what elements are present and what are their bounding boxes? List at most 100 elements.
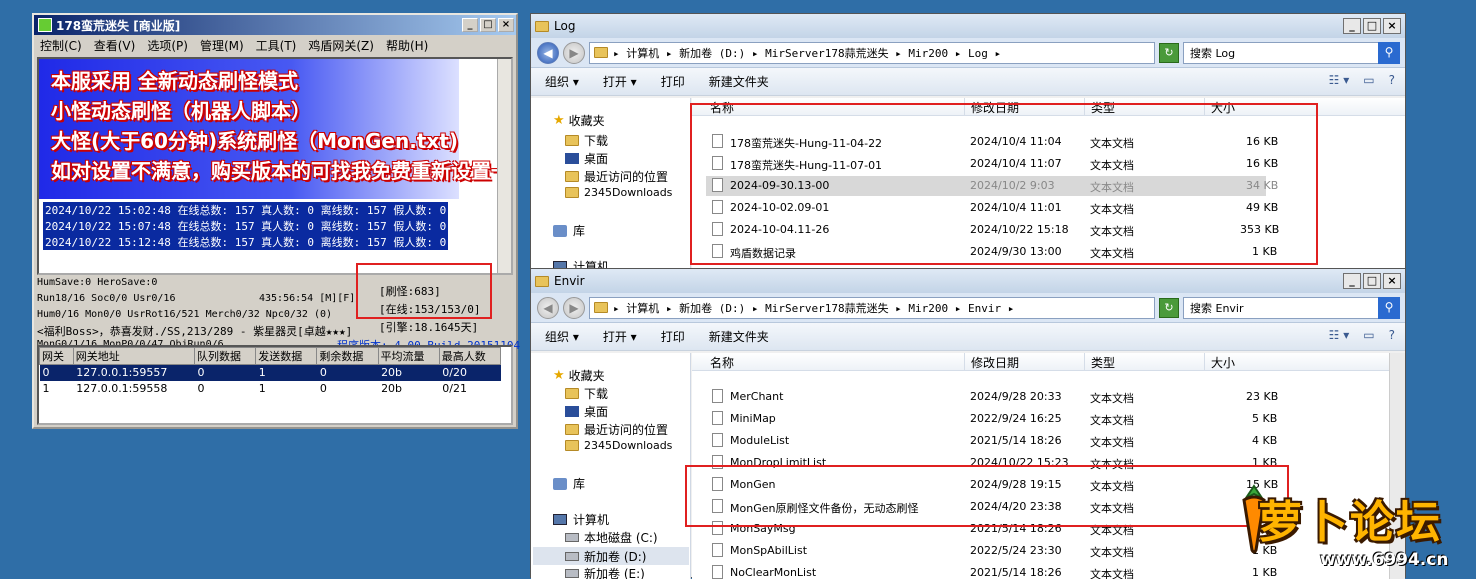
col-remaining[interactable]: 剩余数据: [316, 347, 379, 365]
nav-computer[interactable]: 计算机: [553, 511, 609, 528]
menu-help[interactable]: 帮助(H): [386, 37, 428, 54]
maximize-button[interactable]: □: [1363, 273, 1381, 289]
col-max-users[interactable]: 最高人数: [438, 347, 502, 365]
nav-drive-d[interactable]: 新加卷 (D:): [533, 547, 689, 565]
file-name: NoClearMonList: [730, 566, 817, 579]
file-row[interactable]: MiniMap 2022/9/24 16:25 文本文档 5 KB: [706, 409, 1277, 429]
nav-recent[interactable]: 最近访问的位置: [565, 421, 668, 438]
file-type: 文本文档: [1090, 392, 1134, 405]
menu-control[interactable]: 控制(C): [40, 37, 82, 54]
nav-libraries[interactable]: 库: [553, 222, 585, 239]
menu-tools[interactable]: 工具(T): [256, 37, 297, 54]
back-arrow-icon[interactable]: ◀: [537, 296, 559, 319]
minimize-button[interactable]: _: [462, 18, 478, 32]
help-icon[interactable]: ?: [1389, 328, 1395, 342]
folder-icon: [565, 187, 579, 198]
preview-pane-icon[interactable]: ▭: [1363, 73, 1374, 87]
file-date: 2024/9/28 20:33: [970, 390, 1062, 403]
nav-desktop[interactable]: 桌面: [565, 403, 608, 420]
forward-arrow-icon[interactable]: ▶: [563, 296, 585, 319]
back-arrow-icon[interactable]: ◀: [537, 41, 559, 64]
help-icon[interactable]: ?: [1389, 73, 1395, 87]
log-address-bar[interactable]: ▸ 计算机 ▸ 新加卷 (D:) ▸ MirServer178蒜荒迷失 ▸ Mi…: [589, 41, 1155, 64]
col-type[interactable]: 类型: [1091, 354, 1115, 371]
table-row[interactable]: 1 127.0.0.1:59558 0 1 0 20b 0/21: [40, 381, 501, 397]
minimize-button[interactable]: _: [1343, 273, 1361, 289]
nav-2345downloads[interactable]: 2345Downloads: [565, 186, 672, 199]
desktop-icon: [565, 406, 579, 417]
envir-search-input[interactable]: 搜索 Envir ⚲: [1183, 296, 1400, 319]
file-name: MonSpAbilList: [730, 544, 808, 557]
server-log-box[interactable]: 本服采用 全新动态刷怪模式 小怪动态刷怪（机器人脚本） 大怪(大于60分钟)系统…: [37, 57, 513, 275]
nav-downloads[interactable]: 下载: [565, 132, 608, 149]
col-queue[interactable]: 队列数据: [194, 347, 257, 365]
maximize-button[interactable]: □: [1363, 18, 1381, 34]
nav-computer[interactable]: 计算机: [553, 258, 609, 268]
close-button[interactable]: ×: [498, 18, 514, 32]
menu-options[interactable]: 选项(P): [147, 37, 188, 54]
nav-recent[interactable]: 最近访问的位置: [565, 168, 668, 185]
col-date[interactable]: 修改日期: [971, 354, 1019, 371]
print-button[interactable]: 打印: [661, 73, 685, 90]
nav-downloads[interactable]: 下载: [565, 385, 608, 402]
col-gateway[interactable]: 网关: [39, 347, 74, 365]
drive-icon: [565, 569, 579, 578]
new-folder-button[interactable]: 新建文件夹: [709, 328, 769, 345]
open-button[interactable]: 打开 ▾: [603, 328, 637, 345]
menu-gateway[interactable]: 鸡盾网关(Z): [308, 37, 374, 54]
nav-2345downloads[interactable]: 2345Downloads: [565, 439, 672, 452]
refresh-icon[interactable]: ↻: [1159, 42, 1179, 63]
col-name[interactable]: 名称: [710, 354, 734, 371]
minimize-button[interactable]: _: [1343, 18, 1361, 34]
view-icon[interactable]: ☷ ▾: [1329, 73, 1350, 87]
preview-pane-icon[interactable]: ▭: [1363, 328, 1374, 342]
new-folder-button[interactable]: 新建文件夹: [709, 73, 769, 90]
folder-icon: [565, 440, 579, 451]
envir-address-bar[interactable]: ▸ 计算机 ▸ 新加卷 (D:) ▸ MirServer178蒜荒迷失 ▸ Mi…: [589, 296, 1155, 319]
nav-drive-e[interactable]: 新加卷 (E:): [565, 565, 645, 579]
open-button[interactable]: 打开 ▾: [603, 73, 637, 90]
promo-line-3: 大怪(大于60分钟)系统刷怪（MonGen.txt): [51, 129, 458, 153]
menu-manage[interactable]: 管理(M): [200, 37, 244, 54]
print-button[interactable]: 打印: [661, 328, 685, 345]
desktop-icon: [565, 153, 579, 164]
maximize-button[interactable]: □: [480, 18, 496, 32]
close-button[interactable]: ×: [1383, 273, 1401, 289]
file-row[interactable]: ModuleList 2021/5/14 18:26 文本文档 4 KB: [706, 431, 1277, 451]
gateway-table[interactable]: 网关 网关地址 队列数据 发送数据 剩余数据 平均流量 最高人数 0 127.0…: [37, 345, 513, 425]
forward-arrow-icon[interactable]: ▶: [563, 41, 585, 64]
col-avg-traffic[interactable]: 平均流量: [377, 347, 440, 365]
nav-desktop[interactable]: 桌面: [565, 150, 608, 167]
file-row[interactable]: MonSpAbilList 2022/5/24 23:30 文本文档 1 KB: [706, 541, 1277, 561]
view-icon[interactable]: ☷ ▾: [1329, 328, 1350, 342]
log-scrollbar[interactable]: [497, 59, 511, 273]
refresh-icon[interactable]: ↻: [1159, 297, 1179, 318]
log-search-input[interactable]: 搜索 Log ⚲: [1183, 41, 1400, 64]
table-row[interactable]: 0 127.0.0.1:59557 0 1 0 20b 0/20: [39, 364, 501, 381]
status-hum: Hum0/16 Mon0/0 UsrRot16/521 Merch0/32 Np…: [37, 309, 333, 320]
close-button[interactable]: ×: [1383, 18, 1401, 34]
nav-libraries[interactable]: 库: [553, 475, 585, 492]
column-header: 名称 修改日期 类型 大小: [692, 353, 1405, 371]
search-icon[interactable]: ⚲: [1378, 296, 1400, 319]
nav-drive-c[interactable]: 本地磁盘 (C:): [565, 529, 658, 546]
search-icon[interactable]: ⚲: [1378, 41, 1400, 64]
col-address[interactable]: 网关地址: [72, 347, 196, 365]
nav-label: 桌面: [584, 152, 609, 166]
envir-address-row: ◀ ▶ ▸ 计算机 ▸ 新加卷 (D:) ▸ MirServer178蒜荒迷失 …: [531, 293, 1405, 323]
nav-favorites[interactable]: ★ 收藏夹: [553, 112, 605, 129]
file-date: 2022/9/24 16:25: [970, 412, 1062, 425]
cell: 20b: [378, 364, 440, 381]
computer-icon: [553, 261, 567, 268]
col-size[interactable]: 大小: [1211, 354, 1235, 371]
menu-view[interactable]: 查看(V): [94, 37, 136, 54]
nav-favorites[interactable]: ★ 收藏夹: [553, 367, 605, 384]
file-row[interactable]: MerChant 2024/9/28 20:33 文本文档 23 KB: [706, 387, 1278, 407]
organize-button[interactable]: 组织 ▾: [545, 328, 579, 345]
envir-titlebar[interactable]: Envir _ □ ×: [531, 269, 1405, 293]
file-row[interactable]: NoClearMonList 2021/5/14 18:26 文本文档 1 KB: [706, 563, 1277, 579]
log-titlebar[interactable]: Log _ □ ×: [531, 14, 1405, 38]
m2server-titlebar[interactable]: 178蛮荒迷失 [商业版] _ □ ×: [34, 15, 516, 35]
col-sent[interactable]: 发送数据: [255, 347, 318, 365]
organize-button[interactable]: 组织 ▾: [545, 73, 579, 90]
